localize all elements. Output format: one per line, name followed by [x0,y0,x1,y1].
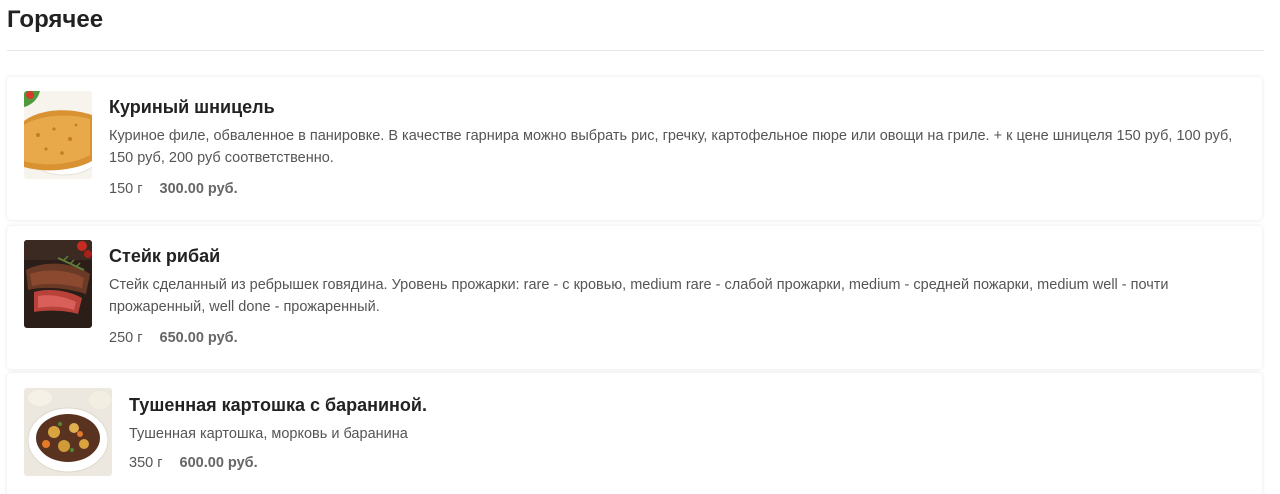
item-price: 600.00 руб. [179,455,258,471]
menu-item-stewed-potatoes[interactable]: Тушенная картошка с бараниной. Тушенная … [7,373,1262,494]
item-description: Куриное филе, обваленное в панировке. В … [109,128,1233,166]
section-divider [7,50,1264,51]
ribeye-steak-image[interactable] [24,240,92,328]
item-name[interactable]: Куриный шницель [109,94,1248,120]
item-meta: 350 г 600.00 руб. [129,452,1248,474]
schnitzel-image[interactable] [24,91,92,179]
menu-page: Горячее Куриный шницель Куриное филе, об… [0,0,1280,494]
item-price: 300.00 руб. [159,181,238,197]
item-price: 650.00 руб. [159,330,238,346]
item-info: Куриный шницель Куриное филе, обваленное… [109,94,1248,200]
item-weight: 350 г [129,455,163,471]
item-description: Тушенная картошка, морковь и баранина [129,426,408,442]
item-description: Стейк сделанный из ребрышек говядина. Ур… [109,277,1169,315]
item-name[interactable]: Тушенная картошка с бараниной. [129,392,1248,418]
item-weight: 250 г [109,330,143,346]
item-weight: 150 г [109,181,143,197]
item-name[interactable]: Стейк рибай [109,243,1248,269]
section-title: Горячее [7,6,104,33]
item-info: Стейк рибай Стейк сделанный из ребрышек … [109,243,1248,349]
menu-item-schnitzel[interactable]: Куриный шницель Куриное филе, обваленное… [7,77,1262,220]
menu-item-ribeye[interactable]: Стейк рибай Стейк сделанный из ребрышек … [7,226,1262,369]
item-meta: 150 г 300.00 руб. [109,178,1248,200]
item-info: Тушенная картошка с бараниной. Тушенная … [129,392,1248,474]
item-meta: 250 г 650.00 руб. [109,327,1248,349]
stewed-potatoes-image[interactable] [24,388,112,476]
